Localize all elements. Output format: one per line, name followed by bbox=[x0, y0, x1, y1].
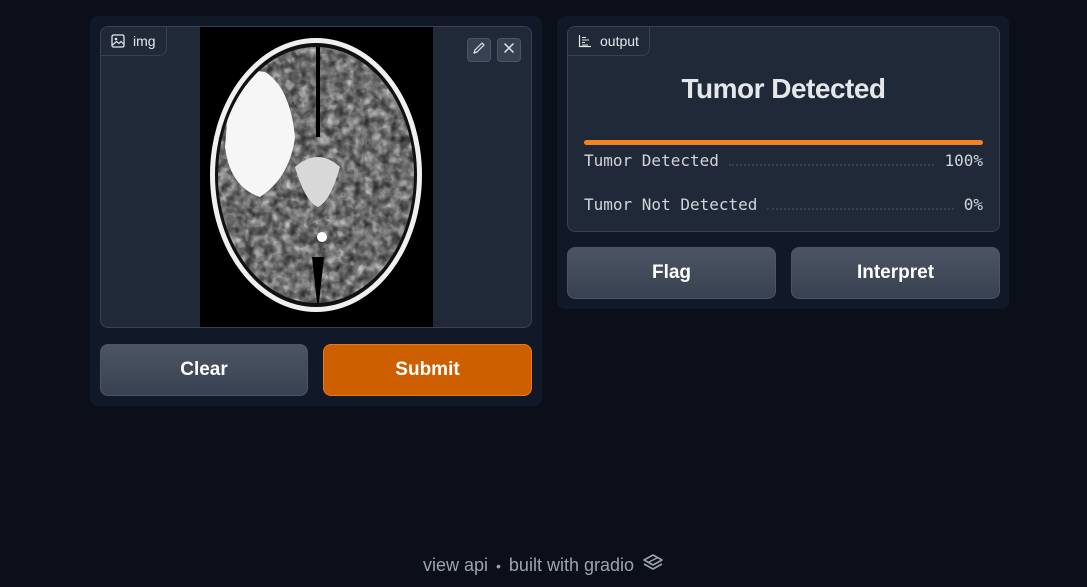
input-panel: img Clear Submit bbox=[90, 16, 542, 406]
clear-button[interactable]: Clear bbox=[100, 344, 308, 396]
confidence-row: Tumor Not Detected 0% bbox=[584, 195, 983, 214]
output-label: output bbox=[568, 27, 650, 56]
view-api-link[interactable]: view api bbox=[423, 555, 488, 576]
image-input[interactable]: img bbox=[100, 26, 532, 328]
confidence-value: 0% bbox=[963, 195, 983, 214]
footer-separator: • bbox=[496, 557, 501, 574]
interpret-button[interactable]: Interpret bbox=[791, 247, 1000, 299]
confidence-row: Tumor Detected 100% bbox=[584, 151, 983, 170]
confidence-label: Tumor Not Detected bbox=[584, 195, 758, 214]
label-output: output Tumor Detected Tumor Detected 100… bbox=[567, 26, 1000, 232]
image-input-label-text: img bbox=[133, 33, 156, 49]
output-label-text: output bbox=[600, 33, 639, 49]
pencil-icon bbox=[472, 41, 486, 60]
submit-button[interactable]: Submit bbox=[323, 344, 532, 396]
dotted-leader bbox=[728, 164, 935, 166]
flag-button[interactable]: Flag bbox=[567, 247, 776, 299]
mri-image bbox=[200, 27, 433, 327]
image-icon bbox=[111, 34, 125, 48]
confidence-value: 100% bbox=[944, 151, 983, 170]
built-with-gradio-link[interactable]: built with gradio bbox=[509, 555, 634, 576]
predicted-label: Tumor Detected bbox=[681, 73, 886, 104]
confidence-label: Tumor Detected bbox=[584, 151, 719, 170]
gradio-logo-icon bbox=[642, 553, 664, 578]
close-icon bbox=[502, 41, 516, 60]
bar-chart-icon bbox=[578, 34, 592, 48]
footer: view api • built with gradio bbox=[0, 553, 1087, 578]
clear-image-button[interactable] bbox=[497, 38, 521, 62]
edit-button[interactable] bbox=[467, 38, 491, 62]
dotted-leader bbox=[767, 208, 954, 210]
output-panel: output Tumor Detected Tumor Detected 100… bbox=[557, 16, 1009, 309]
image-input-label: img bbox=[101, 27, 167, 56]
confidence-bar bbox=[584, 140, 983, 145]
